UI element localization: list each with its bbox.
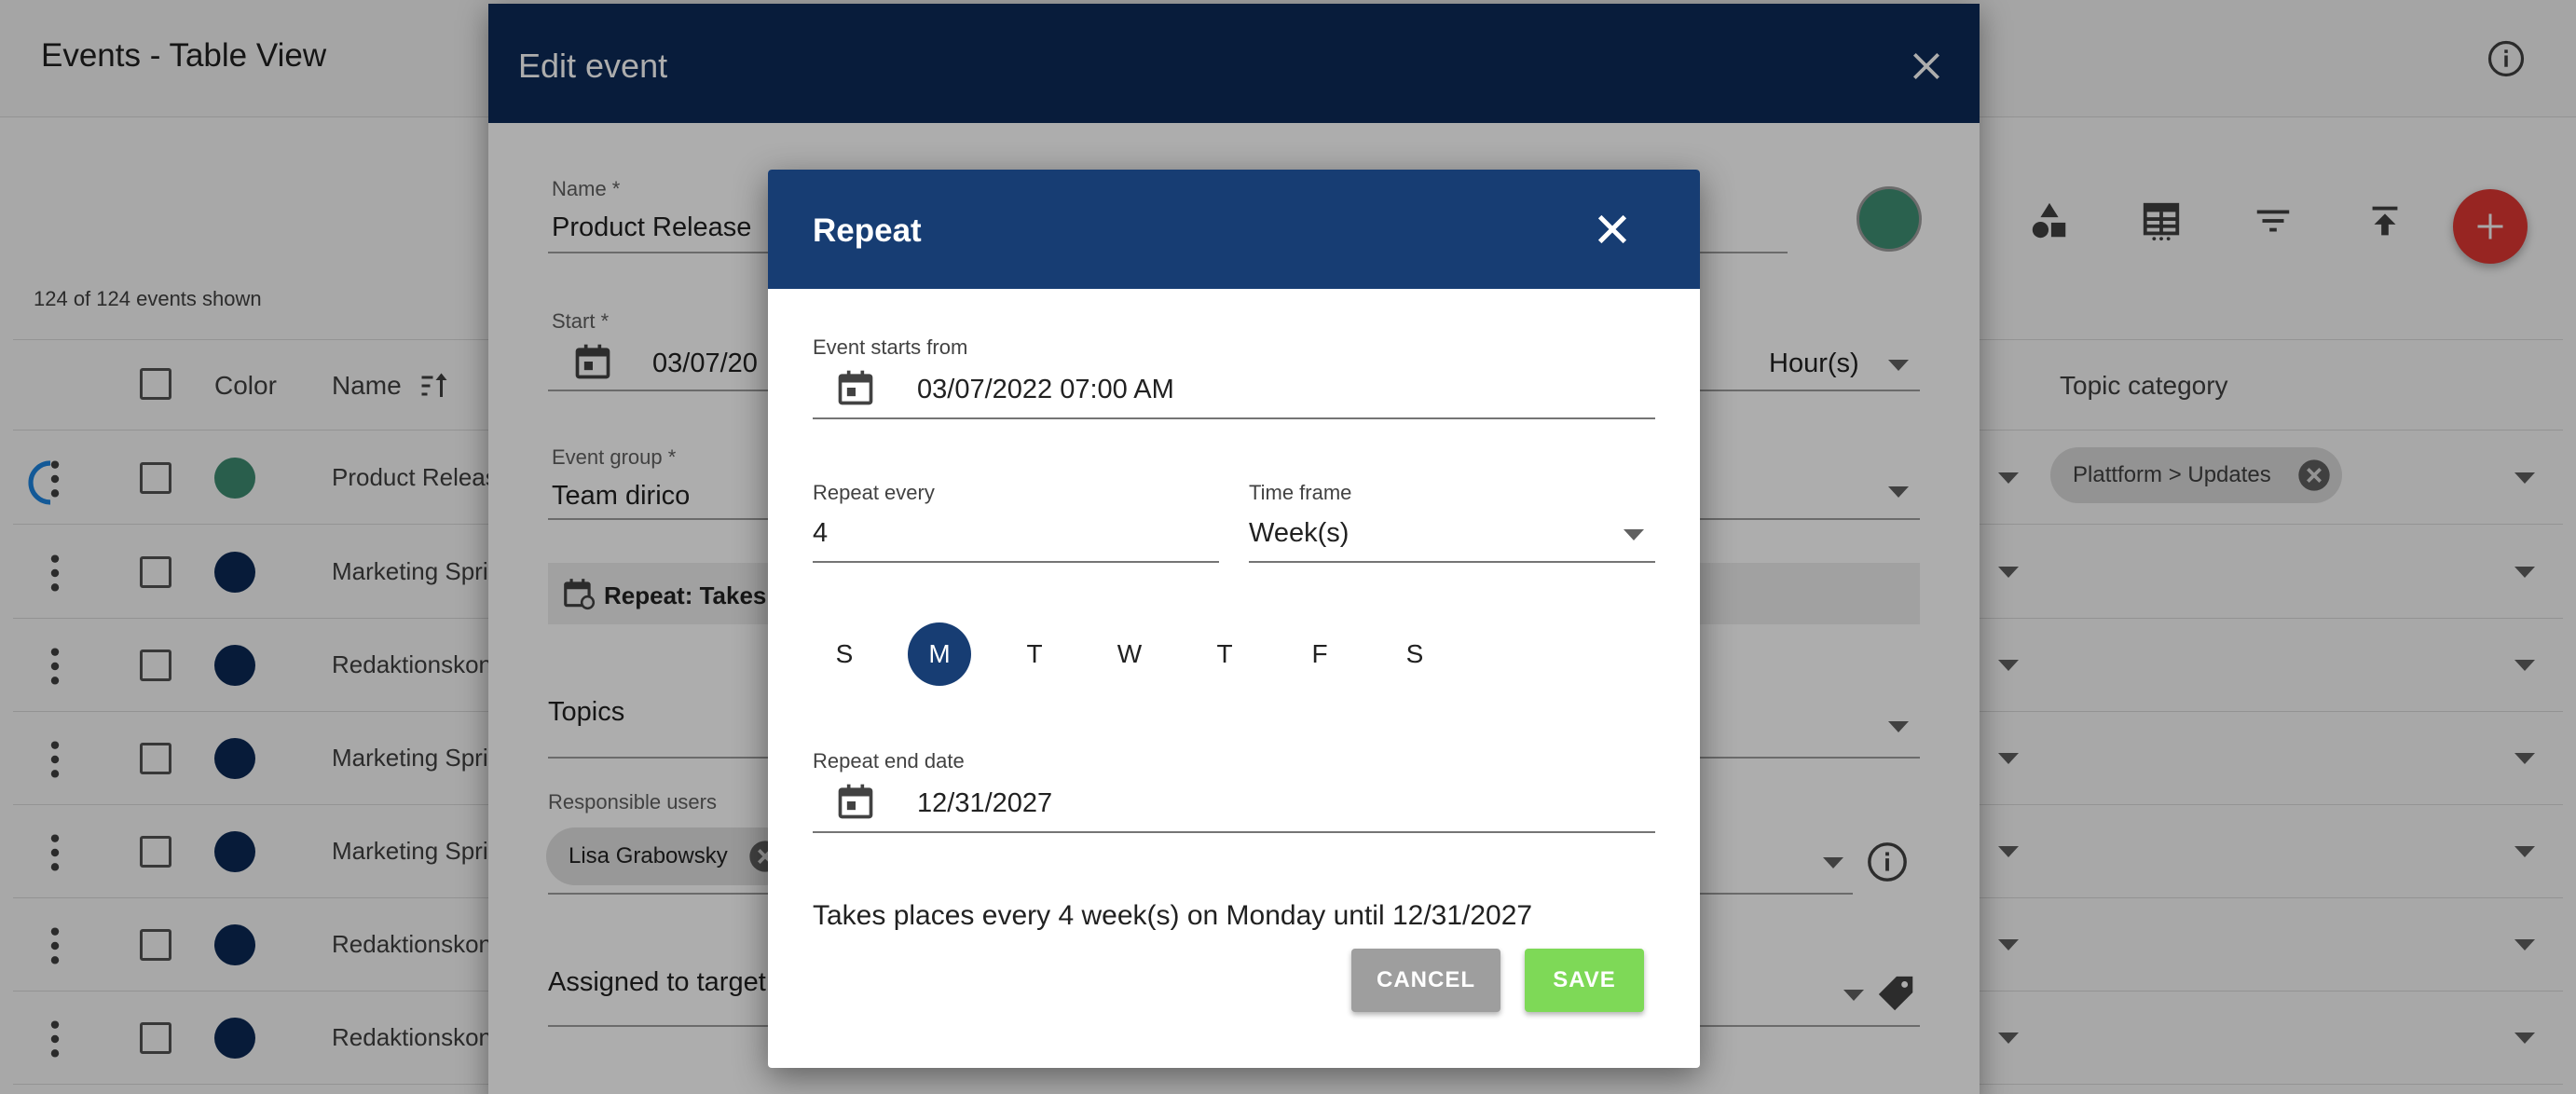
time-frame-underline (1249, 561, 1655, 563)
event-starts-input[interactable]: 03/07/2022 07:00 AM (917, 375, 1174, 405)
save-button[interactable]: SAVE (1525, 949, 1644, 1012)
repeat-summary: Takes places every 4 week(s) on Monday u… (813, 900, 1533, 931)
calendar-icon[interactable] (835, 367, 876, 408)
event-starts-underline (813, 417, 1655, 419)
repeat-dialog-title: Repeat (813, 212, 922, 249)
chevron-down-icon[interactable] (1624, 529, 1644, 540)
repeat-end-underline (813, 831, 1655, 833)
repeat-every-label: Repeat every (813, 481, 935, 504)
weekday-4-button[interactable]: T (1193, 622, 1256, 686)
cancel-button[interactable]: CANCEL (1351, 949, 1500, 1012)
close-icon[interactable] (1594, 211, 1631, 248)
weekday-0-button[interactable]: S (813, 622, 876, 686)
repeat-every-underline (813, 561, 1219, 563)
repeat-dialog-header: Repeat (768, 170, 1700, 289)
repeat-end-input[interactable]: 12/31/2027 (917, 788, 1052, 819)
event-starts-label: Event starts from (813, 335, 968, 359)
repeat-every-input[interactable]: 4 (813, 518, 828, 549)
calendar-icon[interactable] (835, 781, 876, 822)
weekday-3-button[interactable]: W (1098, 622, 1161, 686)
weekday-1-button[interactable]: M (908, 622, 971, 686)
time-frame-label: Time frame (1249, 481, 1352, 504)
weekday-5-button[interactable]: F (1288, 622, 1351, 686)
repeat-end-label: Repeat end date (813, 749, 965, 773)
weekday-2-button[interactable]: T (1003, 622, 1066, 686)
repeat-dialog: Repeat Event starts from 03/07/2022 07:0… (768, 170, 1700, 1068)
time-frame-select[interactable]: Week(s) (1249, 518, 1349, 549)
weekday-6-button[interactable]: S (1383, 622, 1446, 686)
